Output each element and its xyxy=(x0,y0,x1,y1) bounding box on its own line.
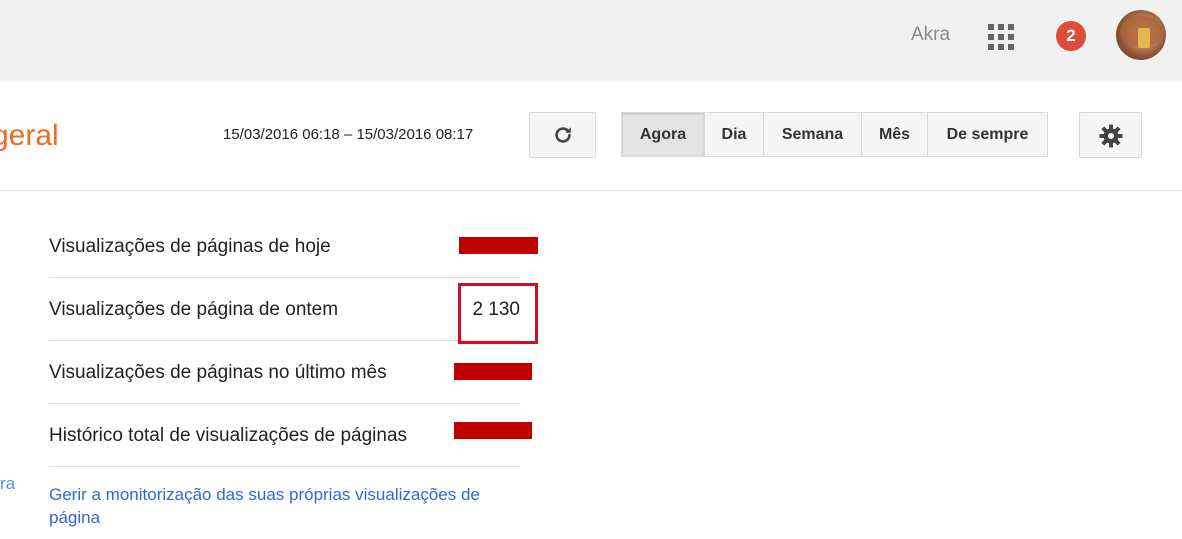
refresh-icon xyxy=(554,127,571,143)
notification-badge[interactable]: 2 xyxy=(1056,21,1086,51)
redaction-mark xyxy=(454,422,532,439)
range-option-mes[interactable]: Mês xyxy=(861,112,928,157)
redaction-mark xyxy=(459,237,538,254)
refresh-button[interactable] xyxy=(529,112,596,158)
stat-label: Visualizações de páginas de hoje xyxy=(49,236,331,257)
user-name[interactable]: Akra xyxy=(911,23,950,47)
stat-label: Visualizações de páginas no último mês xyxy=(49,362,387,383)
settings-button[interactable] xyxy=(1079,112,1142,158)
highlight-box xyxy=(458,283,538,344)
manage-tracking-link[interactable]: Gerir a monitorização das suas próprias … xyxy=(49,483,529,529)
apps-grid-icon[interactable] xyxy=(988,24,1014,50)
stats-header: geral 15/03/2016 06:18 – 15/03/2016 08:1… xyxy=(0,81,1182,191)
range-option-de-sempre[interactable]: De sempre xyxy=(927,112,1048,157)
sidebar-link-fragment[interactable]: ra xyxy=(0,474,15,494)
top-bar: Akra 2 xyxy=(0,0,1182,81)
range-option-agora[interactable]: Agora xyxy=(621,112,705,157)
stats-table: Visualizações de páginas de hoje Visuali… xyxy=(49,215,520,467)
range-option-dia[interactable]: Dia xyxy=(704,112,764,157)
stat-row-yesterday: Visualizações de página de ontem 2 130 xyxy=(49,278,520,341)
stat-row-last-month: Visualizações de páginas no último mês xyxy=(49,341,520,404)
page-title: geral xyxy=(0,119,59,152)
range-selector: Agora Dia Semana Mês De sempre xyxy=(621,112,1048,157)
date-range: 15/03/2016 06:18 – 15/03/2016 08:17 xyxy=(223,126,474,143)
range-option-semana[interactable]: Semana xyxy=(763,112,862,157)
avatar-phone xyxy=(1138,28,1150,48)
stat-row-today: Visualizações de páginas de hoje xyxy=(49,215,520,278)
avatar[interactable] xyxy=(1116,10,1166,60)
stat-label: Visualizações de página de ontem xyxy=(49,299,339,320)
stat-row-total: Histórico total de visualizações de pági… xyxy=(49,404,520,467)
redaction-mark xyxy=(454,363,532,380)
stat-label: Histórico total de visualizações de pági… xyxy=(49,425,408,446)
gear-icon xyxy=(1099,124,1122,148)
